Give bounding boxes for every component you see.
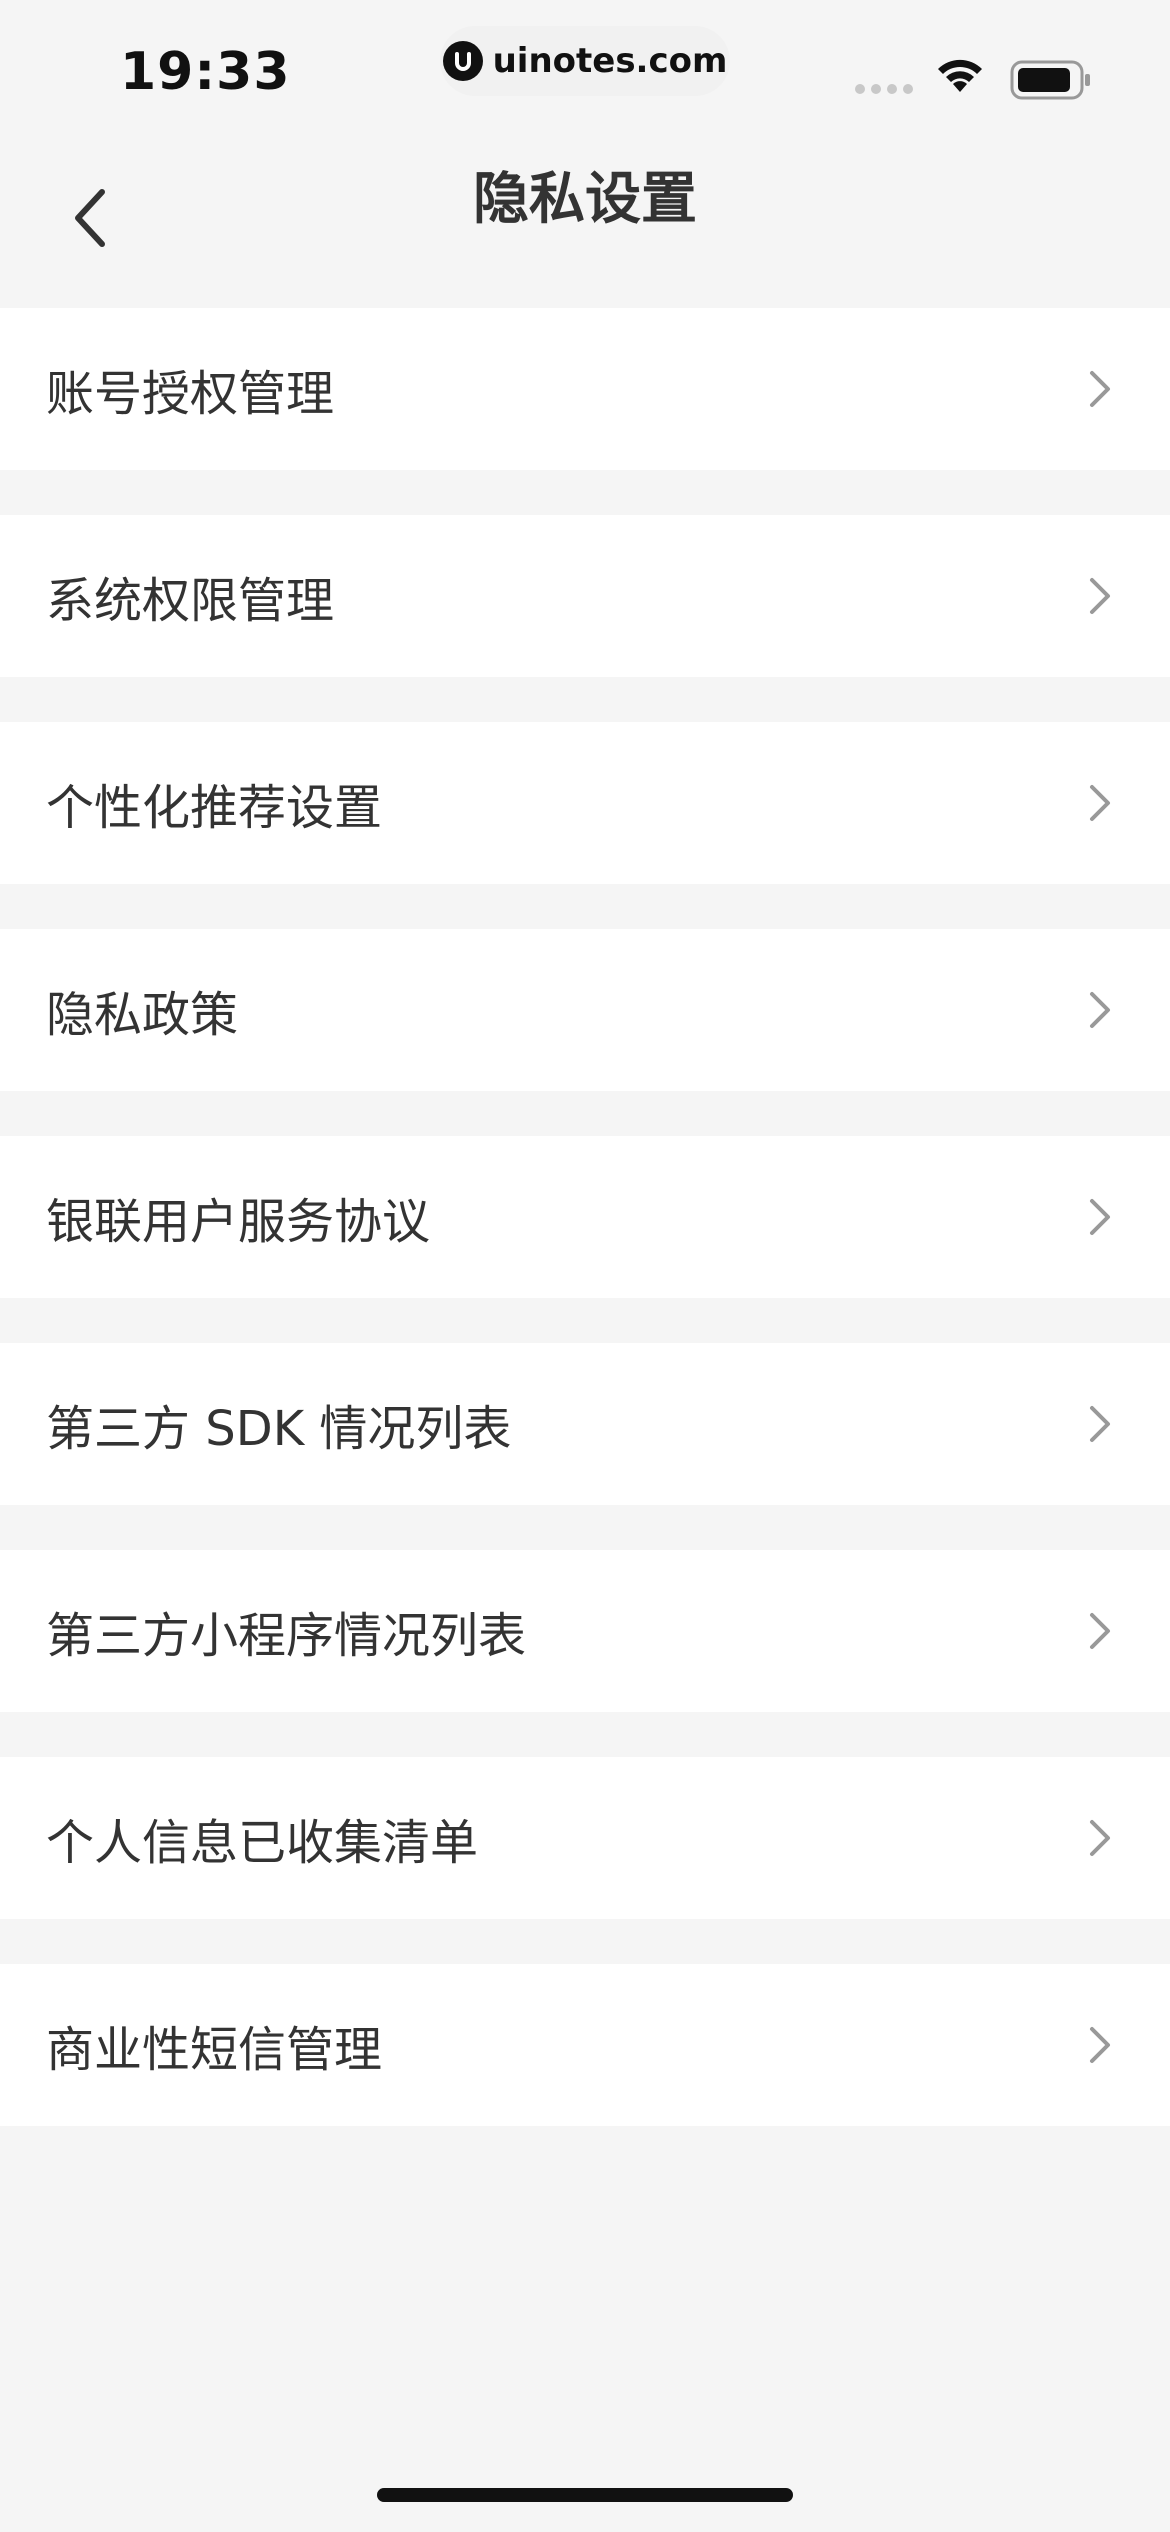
list-item-privacy-policy[interactable]: 隐私政策 xyxy=(0,929,1170,1091)
list-item-commercial-sms-management[interactable]: 商业性短信管理 xyxy=(0,1964,1170,2126)
url-text: uinotes.com xyxy=(492,41,728,81)
list-item-third-party-mini-program-list[interactable]: 第三方小程序情况列表 xyxy=(0,1550,1170,1712)
list-item-personalized-recommendations[interactable]: 个性化推荐设置 xyxy=(0,722,1170,884)
list-item-label: 隐私政策 xyxy=(46,987,239,1043)
chevron-right-icon xyxy=(1080,1818,1120,1858)
page-title: 隐私设置 xyxy=(473,167,697,232)
home-indicator[interactable] xyxy=(377,2488,793,2502)
list-item-collected-personal-info[interactable]: 个人信息已收集清单 xyxy=(0,1757,1170,1919)
list-item-system-permissions[interactable]: 系统权限管理 xyxy=(0,515,1170,677)
status-time: 19:33 xyxy=(120,42,291,102)
privacy-settings-list: 账号授权管理 系统权限管理 个性化推荐设置 隐私政策 银联用户服务协议 第三方 … xyxy=(0,308,1170,2171)
list-item-label: 银联用户服务协议 xyxy=(46,1194,431,1250)
chevron-right-icon xyxy=(1080,990,1120,1030)
chevron-right-icon xyxy=(1080,2025,1120,2065)
list-item-label: 第三方 SDK 情况列表 xyxy=(46,1401,512,1457)
list-item-third-party-sdk-list[interactable]: 第三方 SDK 情况列表 xyxy=(0,1343,1170,1505)
url-pill[interactable]: uinotes.com xyxy=(440,26,730,96)
list-item-label: 第三方小程序情况列表 xyxy=(46,1608,527,1664)
list-item-label: 个人信息已收集清单 xyxy=(46,1815,479,1871)
wifi-icon xyxy=(935,56,985,100)
uinotes-logo-icon xyxy=(442,41,483,81)
list-item-account-authorization[interactable]: 账号授权管理 xyxy=(0,308,1170,470)
chevron-right-icon xyxy=(1080,1404,1120,1444)
chevron-right-icon xyxy=(1080,783,1120,823)
chevron-right-icon xyxy=(1080,369,1120,409)
chevron-right-icon xyxy=(1080,1611,1120,1651)
list-item-label: 系统权限管理 xyxy=(46,573,335,629)
nav-bar: 隐私设置 xyxy=(0,150,1170,300)
chevron-right-icon xyxy=(1080,576,1120,616)
list-item-label: 商业性短信管理 xyxy=(46,2022,383,2078)
chevron-right-icon xyxy=(1080,1197,1120,1237)
list-item-unionpay-user-agreement[interactable]: 银联用户服务协议 xyxy=(0,1136,1170,1298)
battery-icon xyxy=(1010,60,1092,104)
cellular-signal-icon xyxy=(855,84,913,94)
list-item-label: 个性化推荐设置 xyxy=(46,780,383,836)
list-item-label: 账号授权管理 xyxy=(46,366,335,422)
status-bar: 19:33 uinotes.com xyxy=(0,0,1170,150)
